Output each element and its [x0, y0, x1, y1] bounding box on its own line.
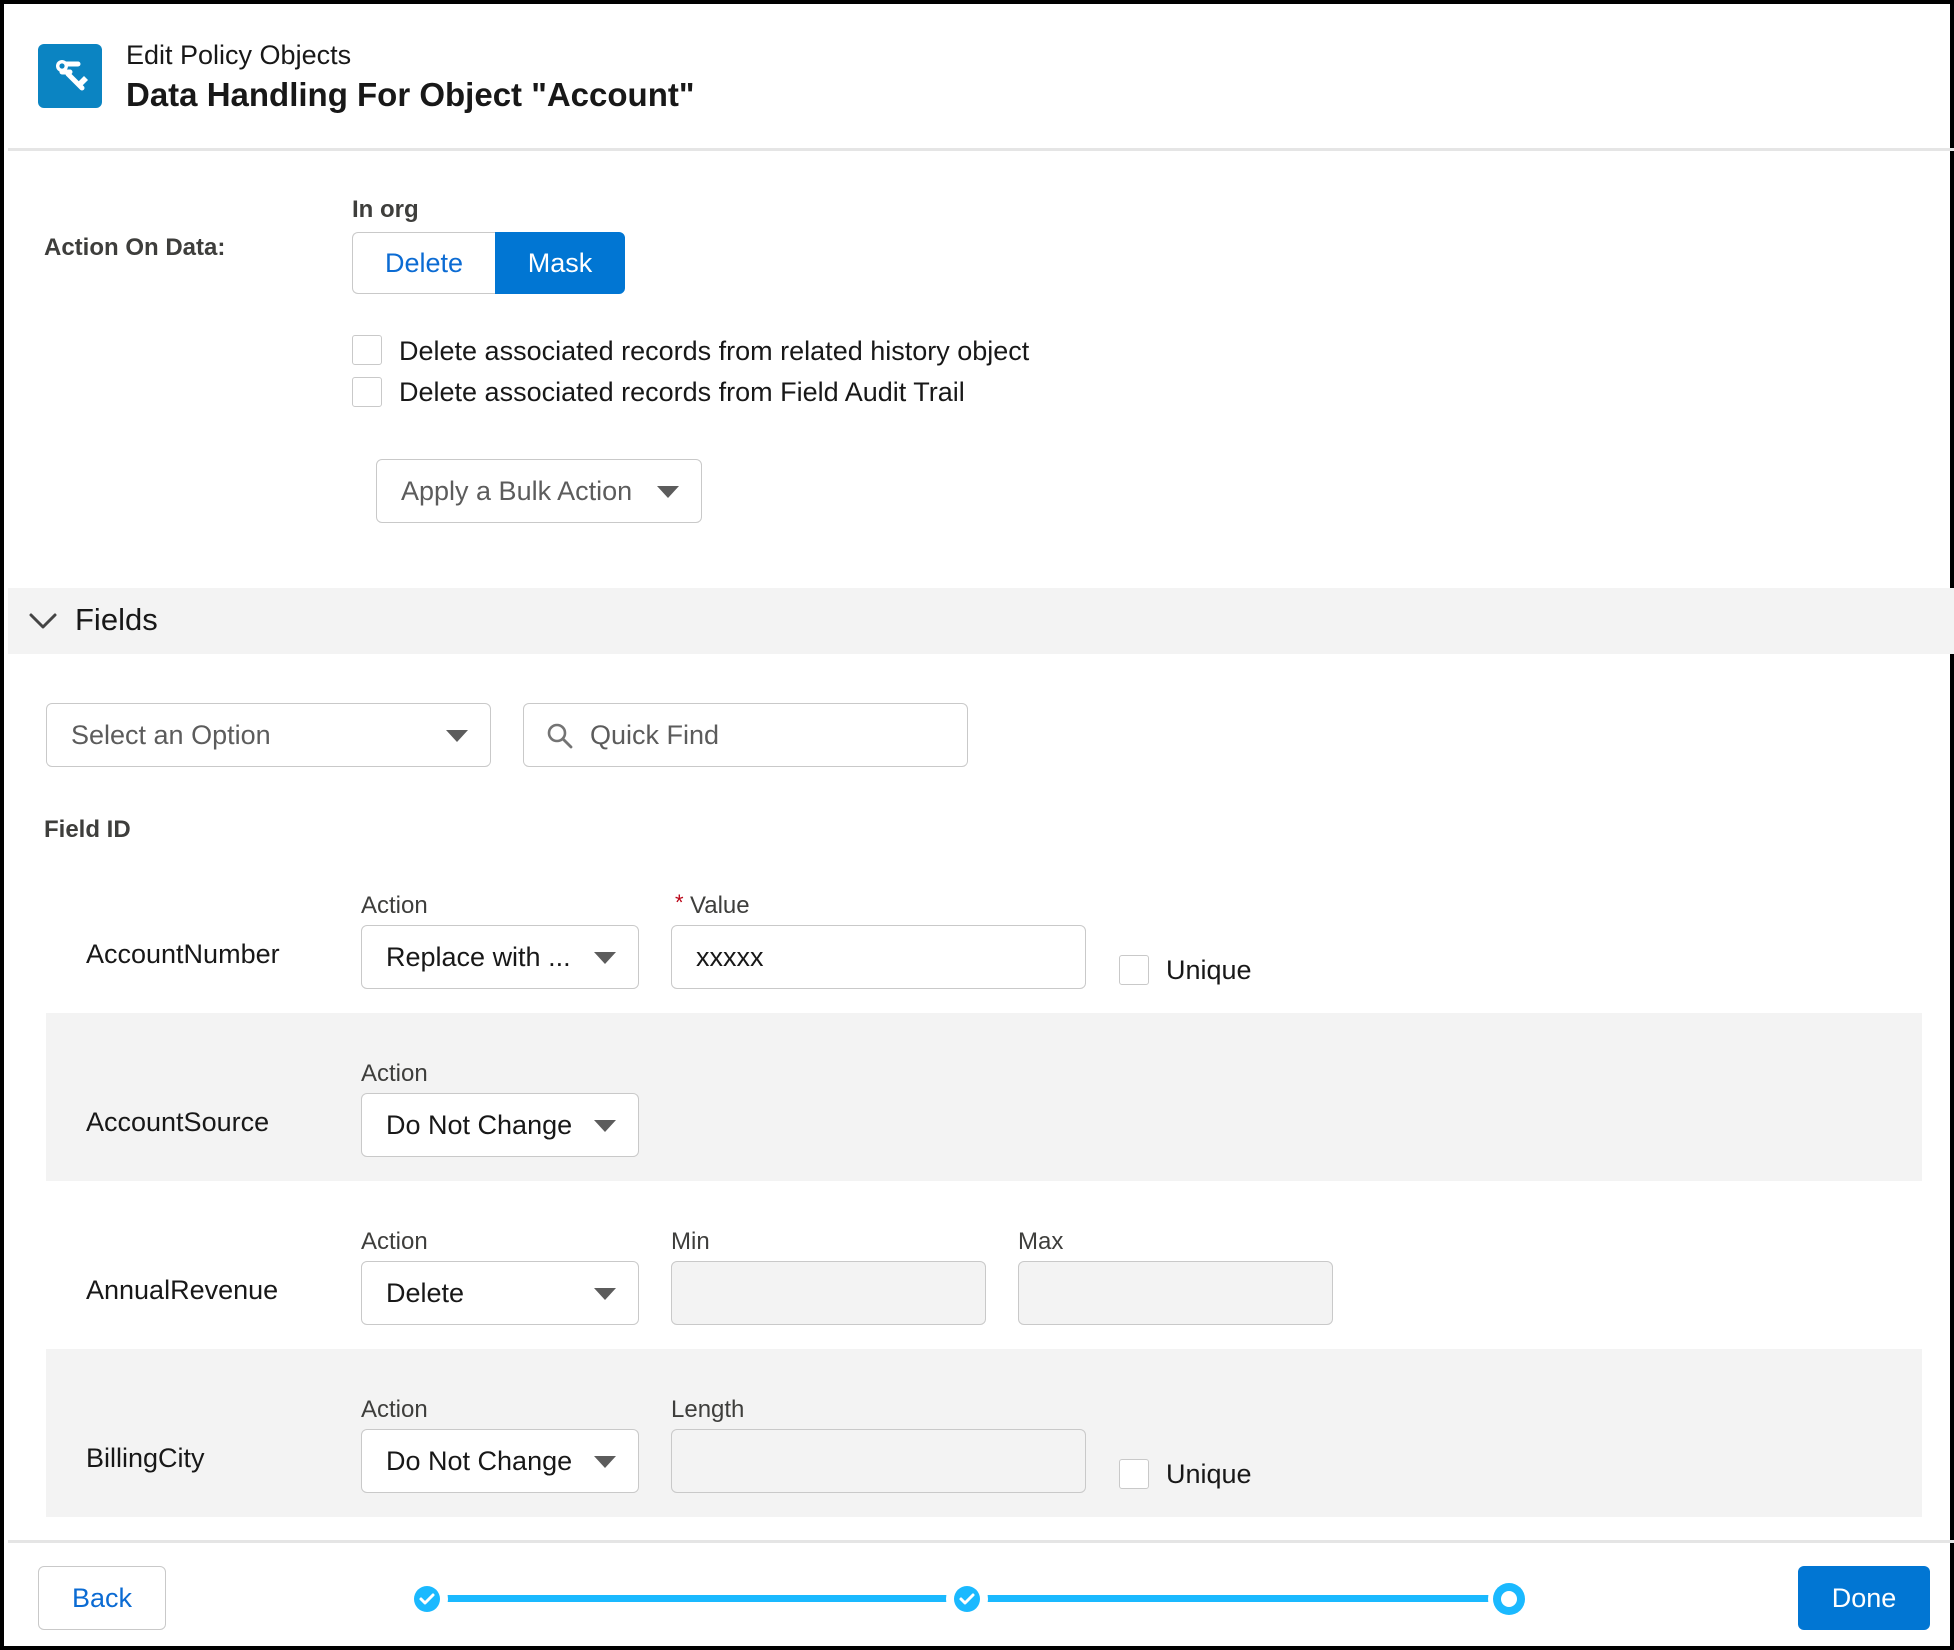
account-number-value-input[interactable]: xxxxx: [671, 925, 1086, 989]
modal-title: Data Handling For Object "Account": [126, 76, 695, 113]
back-button[interactable]: Back: [38, 1566, 166, 1630]
account-number-action-value: Replace with ...: [386, 942, 571, 972]
billing-city-action-value: Do Not Change: [386, 1446, 573, 1476]
annual-revenue-action-dropdown[interactable]: Delete: [361, 1261, 639, 1325]
field-name-account-source: AccountSource: [86, 1107, 270, 1137]
chevron-down-icon: [594, 1456, 616, 1468]
field-id-column-label: Field ID: [44, 816, 131, 843]
annual-revenue-action-value: Delete: [386, 1278, 465, 1308]
account-source-action-value: Do Not Change: [386, 1110, 573, 1140]
action-on-data-label: Action On Data:: [44, 234, 226, 261]
chevron-down-icon: [657, 486, 679, 498]
required-indicator: *: [675, 890, 684, 915]
progress-step-current-icon[interactable]: [1486, 1576, 1532, 1622]
history-object-checkbox-label: Delete associated records from related h…: [399, 336, 1030, 366]
footer-divider: [8, 1540, 1954, 1543]
field-name-billing-city: BillingCity: [86, 1443, 205, 1473]
done-button[interactable]: Done: [1798, 1566, 1930, 1630]
field-name-annual-revenue: AnnualRevenue: [86, 1275, 279, 1305]
chevron-down-icon: [446, 730, 468, 742]
account-source-action-dropdown[interactable]: Do Not Change: [361, 1093, 639, 1157]
fields-section-header[interactable]: Fields: [8, 588, 1954, 654]
quick-find-placeholder: Quick Find: [590, 720, 720, 750]
progress-step-complete-icon[interactable]: [944, 1576, 990, 1622]
account-number-unique-checkbox[interactable]: [1119, 955, 1149, 985]
max-label: Max: [1018, 1228, 1064, 1255]
chevron-down-icon: [29, 613, 57, 629]
length-label: Length: [671, 1396, 745, 1423]
progress-indicator: [404, 1574, 1534, 1624]
table-row: [46, 1013, 1922, 1181]
field-filter-placeholder: Select an Option: [71, 720, 271, 750]
unique-label: Unique: [1166, 955, 1252, 985]
min-label: Min: [671, 1228, 710, 1255]
billing-city-length-input[interactable]: [671, 1429, 1086, 1493]
chevron-down-icon: [594, 1120, 616, 1132]
action-label: Action: [361, 1228, 428, 1255]
progress-step-complete-icon[interactable]: [404, 1576, 450, 1622]
header-divider: [8, 148, 1954, 151]
fields-section-title: Fields: [75, 602, 158, 637]
mask-option-button[interactable]: Mask: [495, 232, 625, 294]
field-audit-trail-checkbox-label: Delete associated records from Field Aud…: [399, 377, 965, 407]
history-object-checkbox[interactable]: [352, 335, 382, 365]
chevron-down-icon: [594, 1288, 616, 1300]
billing-city-action-dropdown[interactable]: Do Not Change: [361, 1429, 639, 1493]
annual-revenue-max-input[interactable]: [1018, 1261, 1333, 1325]
search-icon: [547, 723, 573, 749]
bulk-action-placeholder: Apply a Bulk Action: [401, 476, 633, 506]
modal: Edit Policy Objects Data Handling For Ob…: [0, 0, 1954, 1650]
account-number-action-dropdown[interactable]: Replace with ...: [361, 925, 639, 989]
field-audit-trail-checkbox[interactable]: [352, 377, 382, 407]
field-name-account-number: AccountNumber: [86, 939, 280, 969]
annual-revenue-min-input[interactable]: [671, 1261, 986, 1325]
unique-label: Unique: [1166, 1459, 1252, 1489]
wrench-icon: [38, 44, 102, 108]
billing-city-unique-checkbox[interactable]: [1119, 1459, 1149, 1489]
modal-subtitle: Edit Policy Objects: [126, 40, 352, 70]
action-label: Action: [361, 1060, 428, 1087]
delete-option-button[interactable]: Delete: [352, 232, 495, 294]
chevron-down-icon: [594, 952, 616, 964]
action-label: Action: [361, 1396, 428, 1423]
value-label: Value: [690, 892, 750, 919]
bulk-action-dropdown[interactable]: Apply a Bulk Action: [376, 459, 702, 523]
account-number-value: xxxxx: [696, 942, 764, 972]
quick-find-input[interactable]: Quick Find: [523, 703, 968, 767]
action-label: Action: [361, 892, 428, 919]
scope-label: In org: [352, 196, 419, 223]
field-filter-dropdown[interactable]: Select an Option: [46, 703, 491, 767]
